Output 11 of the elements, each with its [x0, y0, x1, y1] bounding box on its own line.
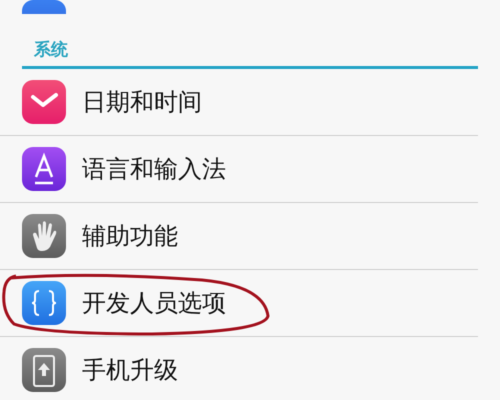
language-icon [22, 147, 66, 191]
update-icon [22, 348, 66, 392]
hand-icon [22, 214, 66, 258]
settings-item[interactable]: 辅助功能 [0, 203, 478, 270]
settings-item[interactable]: 语言和输入法 [0, 136, 478, 203]
settings-item[interactable]: 日期和时间 [0, 69, 478, 136]
clock-icon [22, 80, 66, 124]
settings-item[interactable]: 开发人员选项 [0, 270, 478, 337]
section-title: 系统 [34, 40, 68, 60]
settings-item[interactable]: 手机升级 [0, 337, 478, 400]
braces-icon [22, 281, 66, 325]
